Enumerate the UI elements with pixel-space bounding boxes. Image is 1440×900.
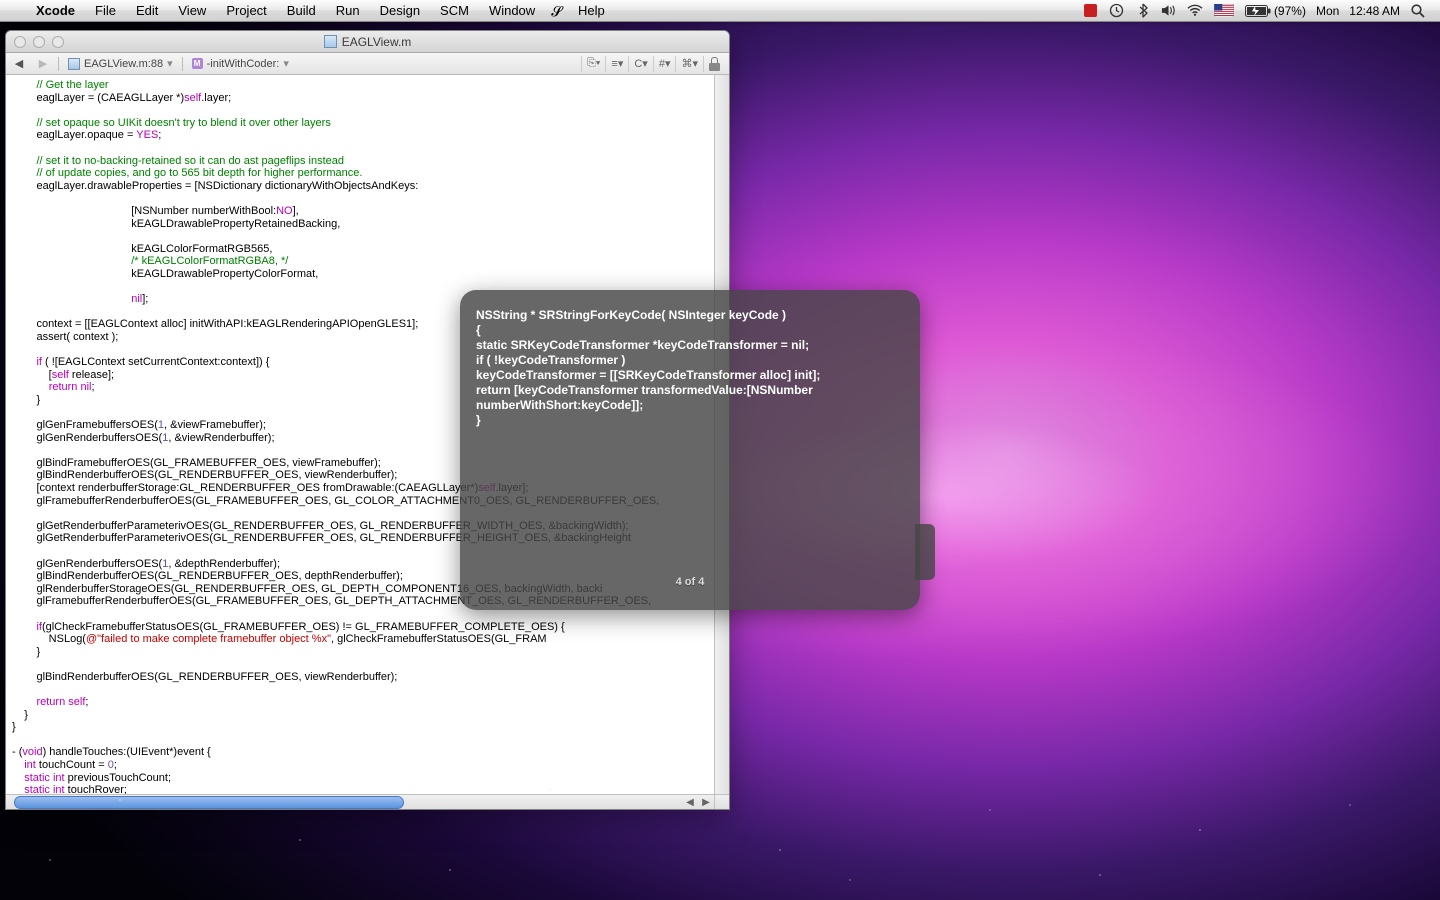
lock-icon [709,57,720,71]
nav-forward-button[interactable]: ▶ [34,56,52,72]
nav-back-button[interactable]: ◀ [10,56,28,72]
scroll-right-button[interactable]: ▶ [698,795,714,809]
menu-design[interactable]: Design [370,0,430,22]
menu-view[interactable]: View [168,0,216,22]
clipboard-hud[interactable]: NSString * SRStringForKeyCode( NSInteger… [460,290,920,610]
hud-tab[interactable] [915,524,935,580]
script-menu-icon[interactable]: 𝓢 [545,0,568,22]
nav-action-2[interactable]: ≡▾ [605,56,628,72]
resize-handle[interactable] [714,795,729,809]
zoom-button[interactable] [52,36,64,48]
file-icon [68,58,80,70]
input-source-icon[interactable] [1213,3,1235,19]
nav-action-4[interactable]: #▾ [653,56,676,72]
close-button[interactable] [14,36,26,48]
menu-window[interactable]: Window [479,0,545,22]
scroll-left-button[interactable]: ◀ [682,795,698,809]
wifi-icon[interactable] [1187,3,1203,19]
lock-button[interactable] [703,56,725,72]
titlebar[interactable]: EAGLView.m [6,31,729,53]
menu-build[interactable]: Build [277,0,326,22]
clock-time[interactable]: 12:48 AM [1349,4,1400,18]
nav-action-5[interactable]: ⌘▾ [675,56,703,72]
apple-menu[interactable] [12,0,26,22]
minimize-button[interactable] [33,36,45,48]
menu-project[interactable]: Project [216,0,276,22]
battery-icon[interactable]: (97%) [1245,3,1306,19]
time-machine-icon[interactable] [1109,3,1125,19]
menubar: Xcode File Edit View Project Build Run D… [0,0,1440,22]
menu-edit[interactable]: Edit [126,0,168,22]
volume-icon[interactable] [1161,3,1177,19]
menu-file[interactable]: File [85,0,126,22]
nav-action-1[interactable]: ⎘▾ [581,56,605,72]
horizontal-scrollbar[interactable]: ◀ ▶ [6,794,729,809]
method-icon: M [192,58,203,69]
menu-scm[interactable]: SCM [430,0,479,22]
hud-counter: 4 of 4 [676,575,705,590]
window-title: EAGLView.m [342,35,412,49]
traffic-lights [14,36,64,48]
nav-action-3[interactable]: C▾ [628,56,652,72]
hud-content: NSString * SRStringForKeyCode( NSInteger… [476,308,904,428]
menu-help[interactable]: Help [568,0,615,22]
bluetooth-icon[interactable] [1135,3,1151,19]
scrollbar-thumb[interactable] [14,796,404,809]
app-menu[interactable]: Xcode [26,0,85,22]
symbol-breadcrumb[interactable]: M-initWithCoder: ▾ [189,57,292,70]
navigation-bar: ◀ ▶ EAGLView.m:88 ▾ M-initWithCoder: ▾ ⎘… [6,53,729,75]
menu-run[interactable]: Run [326,0,370,22]
file-breadcrumb[interactable]: EAGLView.m:88 ▾ [65,57,176,70]
clock-day[interactable]: Mon [1316,4,1339,18]
spotlight-icon[interactable] [1410,3,1426,19]
menulet-icon[interactable] [1083,3,1099,19]
file-icon [324,35,337,48]
